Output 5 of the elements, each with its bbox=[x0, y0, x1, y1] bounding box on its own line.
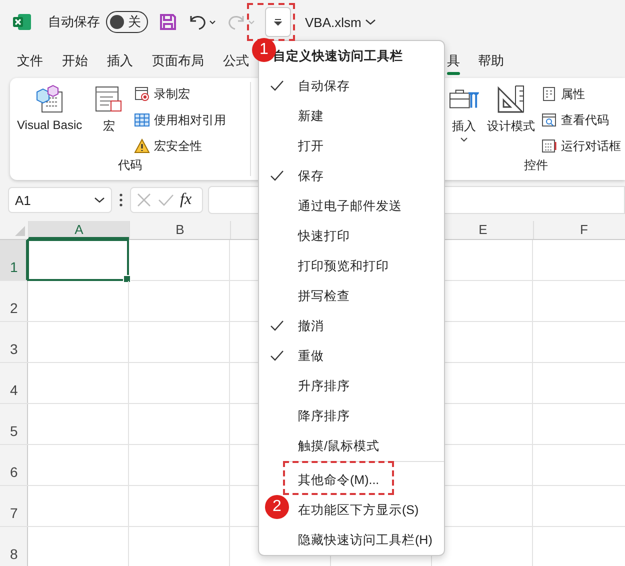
autosave-label: 自动保存 bbox=[48, 13, 100, 31]
group-label: 控件 bbox=[524, 157, 548, 174]
step-badge: 1 bbox=[252, 38, 276, 62]
menu-title: 自定义快速访问工具栏 bbox=[273, 48, 403, 64]
group-label: 代码 bbox=[118, 157, 142, 174]
